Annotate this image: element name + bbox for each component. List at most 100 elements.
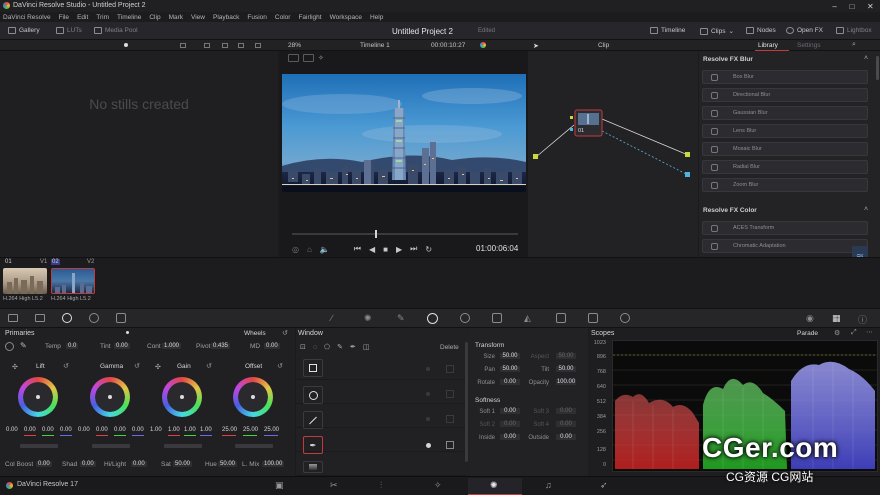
expand-icon[interactable]: ⤢: [851, 329, 857, 337]
reset-icon[interactable]: ↺: [282, 329, 288, 337]
key-icon[interactable]: [556, 313, 566, 323]
grid-icon[interactable]: [180, 43, 186, 48]
soft2-value[interactable]: 0.00: [500, 421, 520, 427]
luma-mix-value[interactable]: 100.00: [262, 461, 285, 467]
menu-item[interactable]: Playback: [213, 14, 239, 21]
fx-item-radial-blur[interactable]: Radial Blur: [702, 160, 868, 174]
list-icon[interactable]: [204, 43, 210, 48]
fx-item-lens-blur[interactable]: Lens Blur: [702, 124, 868, 138]
gamma-master-slider[interactable]: [92, 444, 130, 448]
linear-window[interactable]: [303, 359, 323, 377]
fx-item-chromatic-adaptation[interactable]: Chromatic Adaptation: [702, 239, 868, 253]
shadows-value[interactable]: 0.00: [80, 461, 96, 467]
tint-value[interactable]: 0.00: [114, 343, 130, 349]
clips-button[interactable]: Clips ⌄: [700, 27, 734, 35]
tab-library[interactable]: Library: [758, 42, 778, 49]
minimize-icon[interactable]: –: [832, 2, 836, 11]
clip-mode-selector[interactable]: Clip: [598, 42, 609, 49]
reset-icon[interactable]: ↺: [206, 362, 212, 370]
outside-value[interactable]: 0.00: [556, 434, 576, 440]
rgb-mixer-icon[interactable]: [89, 313, 99, 323]
blur-icon[interactable]: ◭: [524, 313, 531, 324]
timeline-selector[interactable]: Timeline 1: [360, 42, 390, 49]
gain-y-value[interactable]: 1.00: [150, 427, 162, 433]
saturation-value[interactable]: 50.00: [173, 461, 193, 467]
fx-item-mosaic-blur[interactable]: Mosaic Blur: [702, 142, 868, 156]
gain-r-value[interactable]: 1.00: [168, 427, 180, 433]
lift-r-value[interactable]: 0.00: [24, 427, 36, 433]
sort-icon[interactable]: [222, 43, 228, 48]
fairlight-page-icon[interactable]: ♫: [545, 480, 552, 490]
motion-effects-icon[interactable]: [116, 313, 126, 323]
info-icon[interactable]: ⓘ: [858, 313, 867, 326]
more-options-icon[interactable]: ⋯: [866, 328, 873, 336]
qualifier-icon[interactable]: ✎: [397, 313, 405, 324]
lift-g-value[interactable]: 0.00: [42, 427, 54, 433]
skip-end-icon[interactable]: ⏭: [410, 244, 417, 254]
md-value[interactable]: 0.00: [264, 343, 280, 349]
inside-value[interactable]: 0.00: [500, 434, 520, 440]
volume-icon[interactable]: 🔈: [320, 245, 330, 254]
offset-master-slider[interactable]: [235, 444, 273, 448]
color-match-icon[interactable]: [35, 314, 45, 322]
color-boost-value[interactable]: 0.00: [36, 461, 52, 467]
window-scrollbar[interactable]: [465, 342, 468, 462]
search-icon[interactable]: ⌕: [852, 41, 856, 49]
square-add-icon[interactable]: ⊡: [300, 343, 306, 351]
nodes-button[interactable]: Nodes: [746, 27, 776, 34]
split-screen-icon[interactable]: [303, 54, 314, 62]
primaries-mode-selector[interactable]: Wheels: [244, 330, 266, 337]
tab-settings[interactable]: Settings: [797, 42, 821, 49]
fx-item-gaussian-blur[interactable]: Gaussian Blur: [702, 106, 868, 120]
temp-value[interactable]: 0.0: [66, 343, 79, 349]
offset-r-value[interactable]: 25.00: [222, 427, 237, 433]
highlight-icon[interactable]: ✧: [318, 54, 329, 62]
size-value[interactable]: 50.00: [500, 353, 520, 359]
gamma-y-value[interactable]: 0.00: [78, 427, 90, 433]
deliver-page-icon[interactable]: ➶: [600, 480, 608, 491]
gain-g-value[interactable]: 1.00: [184, 427, 196, 433]
menu-item[interactable]: File: [59, 14, 69, 21]
delete-button[interactable]: Delete: [440, 344, 459, 351]
reset-icon[interactable]: ↺: [134, 362, 140, 370]
gain-wheel[interactable]: [162, 377, 202, 417]
lift-b-value[interactable]: 0.00: [60, 427, 72, 433]
sizing-icon[interactable]: [588, 313, 598, 323]
scopes-toggle-icon[interactable]: ▦: [832, 313, 841, 324]
gallery-zoom-slider[interactable]: [124, 43, 128, 47]
media-page-icon[interactable]: ▣: [275, 480, 284, 491]
lightbox-button[interactable]: Lightbox: [836, 27, 872, 34]
offset-g-value[interactable]: 25.00: [243, 427, 258, 433]
loop-icon[interactable]: ↻: [425, 245, 432, 254]
gain-b-value[interactable]: 1.00: [200, 427, 212, 433]
lift-wheel[interactable]: [18, 377, 58, 417]
menu-item[interactable]: Color: [275, 14, 291, 21]
highlights-value[interactable]: 0.00: [131, 461, 147, 467]
tracker-icon[interactable]: [460, 313, 470, 323]
color-icon[interactable]: [480, 42, 486, 48]
window-enable-toggle[interactable]: [426, 443, 431, 448]
fx-item-box-blur[interactable]: Box Blur: [702, 70, 868, 84]
media-pool-button[interactable]: Media Pool: [94, 27, 138, 34]
scope-mode-selector[interactable]: Parade: [797, 330, 818, 337]
menu-item[interactable]: View: [191, 14, 205, 21]
cut-page-icon[interactable]: ✂: [330, 480, 338, 491]
circle-add-icon[interactable]: ◌: [313, 344, 317, 351]
auto-balance-icon[interactable]: [5, 342, 14, 351]
pivot-value[interactable]: 0.435: [211, 343, 231, 349]
blur-category-header[interactable]: Resolve FX Blur: [703, 56, 753, 63]
color-warper-icon[interactable]: ✺: [364, 313, 372, 324]
gradient-window[interactable]: [303, 461, 323, 473]
play-reverse-icon[interactable]: ◀: [369, 245, 375, 254]
library-scrollbar[interactable]: [876, 56, 879, 80]
expand-icon[interactable]: [238, 43, 244, 48]
menu-item[interactable]: Fusion: [247, 14, 267, 21]
chevron-up-icon[interactable]: ˄: [864, 55, 868, 62]
gradient-add-icon[interactable]: ✒: [350, 343, 356, 351]
fusion-page-icon[interactable]: ✧: [434, 480, 442, 491]
lift-master-slider[interactable]: [20, 444, 58, 448]
camera-raw-icon[interactable]: [8, 314, 18, 322]
color-category-header[interactable]: Resolve FX Color: [703, 207, 757, 214]
eye-icon[interactable]: ◉: [806, 313, 814, 324]
invert-icon[interactable]: ◫: [363, 343, 370, 351]
